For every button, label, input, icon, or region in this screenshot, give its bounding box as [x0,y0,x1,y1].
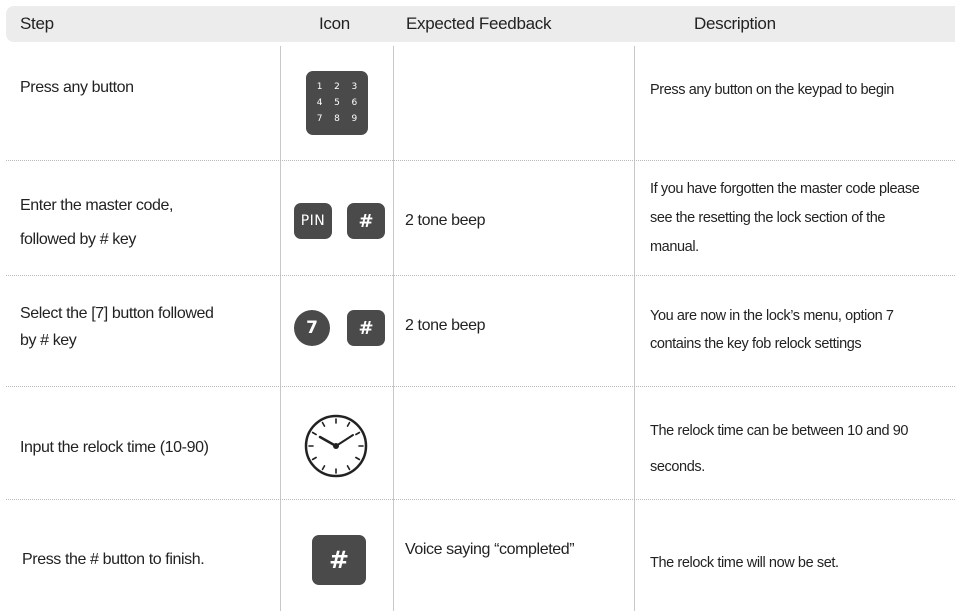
row-divider [6,160,955,161]
description-text: If you have forgotten the master code pl… [650,175,920,262]
description-line: manual. [650,239,699,255]
hash-label: # [328,546,350,574]
header-icon: Icon [319,14,350,33]
header-description: Description [694,14,776,33]
row-divider [6,499,955,500]
step-text: Enter the master code, followed by # key [20,189,173,257]
clock-icon [304,414,368,478]
hash-label: # [358,317,374,339]
description-line: see the resetting the lock section of th… [650,210,886,226]
row-divider [6,386,955,387]
keypad-digit: 8 [334,114,340,125]
description-line: You are now in the lock’s menu, option 7 [650,308,894,324]
pin-label: PIN [300,213,326,229]
hash-icon: # [312,535,366,585]
step-text: Press the # button to finish. [22,546,205,573]
feedback-text: Voice saying “completed” [405,541,575,558]
feedback-text: 2 tone beep [405,317,486,334]
description-text: Press any button on the keypad to begin [650,76,894,104]
description-line: The relock time will now be set. [650,555,839,571]
description-text: The relock time will now be set. [650,549,839,577]
table-header: Step Icon Expected Feedback Description [6,6,955,42]
description-line: seconds. [650,459,705,475]
hash-icon: # [347,310,385,346]
hash-label: # [358,210,374,232]
keypad-digit: 1 [316,81,323,92]
step-line: Press the # button to finish. [22,551,205,568]
keypad-digit: 2 [334,81,340,92]
seven-label: 7 [306,318,318,338]
feedback-text: 2 tone beep [405,212,486,229]
step-line: Select the [7] button followed [20,305,214,322]
step-line: Press any button [20,79,134,96]
description-text: The relock time can be between 10 and 90… [650,413,908,485]
keypad-digit: 4 [316,97,323,108]
seven-button-icon: 7 [294,310,330,346]
header-step: Step [20,14,54,33]
header-feedback: Expected Feedback [406,14,552,33]
keypad-digit: 3 [351,81,358,92]
description-text: You are now in the lock’s menu, option 7… [650,302,894,358]
column-divider [634,46,635,611]
description-line: If you have forgotten the master code pl… [650,181,920,197]
row-divider [6,275,955,276]
description-line: Press any button on the keypad to begin [650,82,894,98]
step-line: Input the relock time (10-90) [20,439,209,456]
hash-icon: # [347,203,385,239]
keypad-digit: 5 [334,97,340,108]
keypad-digit: 6 [351,97,358,108]
step-text: Select the [7] button followed by # key [20,300,214,354]
step-line: Enter the master code, [20,197,174,214]
column-divider [393,46,394,611]
keypad-digit: 7 [316,114,323,125]
step-line: followed by # key [20,231,136,248]
column-divider [280,46,281,611]
keypad-icon: 1 2 3 4 5 6 7 8 9 [306,71,368,135]
description-line: contains the key fob relock settings [650,336,862,352]
step-text: Press any button [20,74,134,101]
step-line: by # key [20,332,77,349]
description-line: The relock time can be between 10 and 90 [650,423,909,439]
keypad-digit: 9 [351,114,358,125]
step-text: Input the relock time (10-90) [20,434,209,461]
pin-icon: PIN [294,203,332,239]
